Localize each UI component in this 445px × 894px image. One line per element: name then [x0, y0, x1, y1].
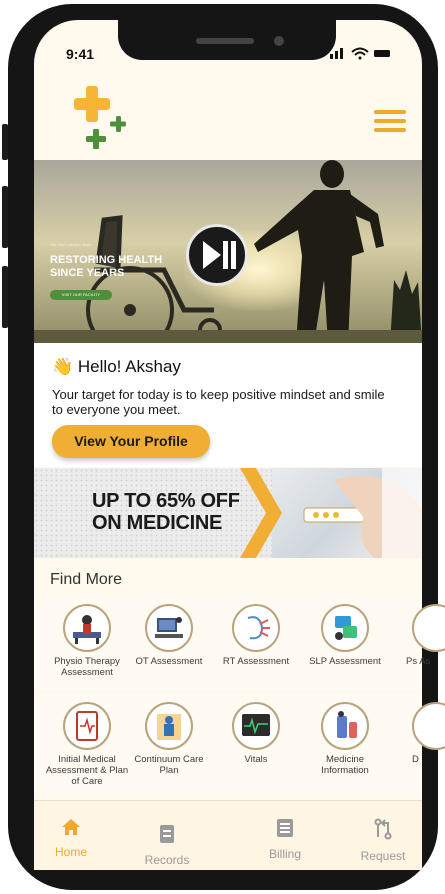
tile-label: OT Assessment — [135, 656, 203, 667]
promo-line-1: UP TO 65% OFF — [92, 490, 240, 512]
service-tile-slp[interactable]: SLP Assessment — [302, 604, 388, 667]
service-tile-ot[interactable]: OT Assessment — [126, 604, 212, 667]
nav-label: Home — [54, 845, 87, 859]
physio-icon — [63, 604, 111, 652]
nav-billing[interactable]: Billing — [250, 818, 320, 861]
app-logo-icon — [70, 84, 132, 150]
psych-icon — [412, 604, 445, 652]
medical-icon — [63, 702, 111, 750]
hero-tagline: Get Your Lifestyle Back — [50, 242, 92, 247]
promo-line-2: ON MEDICINE — [92, 512, 223, 534]
greeting-text: Hello! Akshay — [77, 357, 181, 376]
home-icon — [36, 818, 106, 839]
request-icon — [348, 818, 418, 843]
slp-icon — [321, 604, 369, 652]
nav-label: Billing — [268, 847, 301, 861]
tile-label: Initial Medical Assessment & Plan of Car… — [45, 754, 129, 787]
speaker — [196, 38, 254, 44]
medicine-icon — [321, 702, 369, 750]
nav-records[interactable]: Records — [132, 824, 202, 867]
greeting-message: Your target for today is to keep positiv… — [52, 387, 385, 417]
volume-up-button — [2, 186, 8, 248]
tile-label: D — [412, 754, 419, 765]
service-tile-vitals[interactable]: Vitals — [213, 702, 299, 765]
camera — [274, 36, 284, 46]
service-tile-psych[interactable]: Ps As — [390, 604, 445, 667]
tile-label: Continuum Care Plan — [134, 754, 204, 776]
nav-label: Records — [144, 853, 190, 867]
service-tile-medical[interactable]: Initial Medical Assessment & Plan of Car… — [44, 702, 130, 787]
mute-switch — [2, 124, 8, 160]
tile-label: Medicine Information — [321, 754, 369, 776]
ot-icon — [145, 604, 193, 652]
tile-label: SLP Assessment — [309, 656, 381, 667]
visit-facility-button[interactable]: VISIT OUR FACILITY — [50, 290, 112, 300]
tile-label: Ps As — [406, 656, 431, 667]
vitals-icon — [232, 702, 280, 750]
view-profile-button[interactable]: View Your Profile — [52, 425, 210, 458]
service-tile-doctor[interactable]: D — [390, 702, 445, 765]
nav-label: Request — [360, 849, 406, 863]
service-tile-medicine[interactable]: Medicine Information — [302, 702, 388, 776]
billing-icon — [250, 818, 320, 841]
service-tile-rt[interactable]: RT Assessment — [213, 604, 299, 667]
tile-label: Vitals — [244, 754, 268, 765]
status-icons — [330, 46, 392, 63]
nav-request[interactable]: Request — [348, 818, 418, 863]
volume-down-button — [2, 266, 8, 328]
promo-banner[interactable]: UP TO 65% OFF ON MEDICINE — [34, 468, 422, 558]
service-tile-care-plan[interactable]: Continuum Care Plan — [126, 702, 212, 776]
tile-label: RT Assessment — [222, 656, 290, 667]
hero-headline: RESTORING HEALTH SINCE YEARS — [50, 254, 162, 280]
rt-icon — [232, 604, 280, 652]
play-pause-icon[interactable] — [186, 224, 248, 286]
status-time: 9:41 — [66, 46, 95, 62]
wave-icon: 👋 — [52, 357, 74, 376]
tile-label: Physio Therapy Assessment — [54, 656, 120, 678]
records-icon — [132, 824, 202, 847]
doctor-icon — [412, 702, 445, 750]
care-plan-icon — [145, 702, 193, 750]
service-tile-physio[interactable]: Physio Therapy Assessment — [44, 604, 130, 678]
greeting-title: 👋 Hello! Akshay — [52, 357, 181, 377]
hero-headline-line-1: RESTORING HEALTH — [50, 254, 163, 266]
find-more-title: Find More — [50, 571, 123, 588]
menu-icon[interactable] — [374, 110, 406, 134]
nav-home[interactable]: Home — [36, 818, 106, 859]
hero-headline-line-2: SINCE YEARS — [50, 267, 125, 279]
